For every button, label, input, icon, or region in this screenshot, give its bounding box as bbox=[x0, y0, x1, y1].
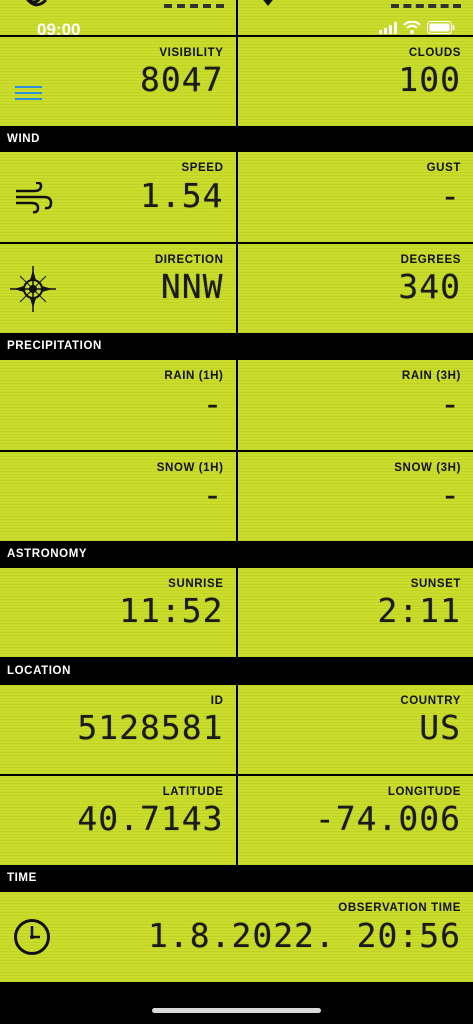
section-header-astronomy: ASTRONOMY bbox=[0, 542, 473, 567]
clouds-cell: CLOUDS 100 bbox=[237, 37, 473, 126]
rain-1h-label: RAIN (1H) bbox=[164, 370, 224, 382]
partial-icon bbox=[26, 0, 48, 7]
sunrise-value: 11:52 bbox=[119, 591, 224, 630]
rain-3h-cell: RAIN (3H) - bbox=[237, 360, 473, 450]
location-country-value: US bbox=[419, 708, 461, 747]
wind-direction-label: DIRECTION bbox=[154, 254, 224, 266]
latitude-label: LATITUDE bbox=[162, 786, 224, 798]
hamburger-menu-icon[interactable] bbox=[15, 85, 42, 101]
section-header-precipitation: PRECIPITATION bbox=[0, 334, 473, 359]
wind-speed-label: SPEED bbox=[181, 162, 224, 174]
wind-gust-cell: GUST - bbox=[237, 152, 473, 242]
snow-row: SNOW (1H) - SNOW (3H) - bbox=[0, 452, 473, 541]
wind-direction-cell: DIRECTION NNW bbox=[0, 244, 236, 333]
section-header-wind: WIND bbox=[0, 127, 473, 152]
partial-value-right bbox=[391, 0, 461, 8]
longitude-value: -74.006 bbox=[314, 799, 461, 838]
section-header-location: LOCATION bbox=[0, 659, 473, 684]
location-id-cell: ID 5128581 bbox=[0, 685, 236, 774]
partial-icon-right bbox=[262, 0, 273, 6]
visibility-cell: VISIBILITY 8047 bbox=[0, 37, 236, 126]
partial-cell-left bbox=[0, 0, 236, 35]
snow-3h-label: SNOW (3H) bbox=[394, 462, 461, 474]
signal-icon bbox=[379, 21, 397, 34]
observation-time-cell: OBSERVATION TIME 1.8.2022. 20:56 bbox=[0, 892, 473, 982]
wind-icon bbox=[16, 182, 53, 214]
rain-1h-value: - bbox=[202, 384, 224, 423]
snow-3h-cell: SNOW (3H) - bbox=[237, 452, 473, 541]
sunrise-label: SUNRISE bbox=[168, 578, 224, 590]
latitude-value: 40.7143 bbox=[77, 799, 224, 838]
visibility-label: VISIBILITY bbox=[159, 47, 224, 59]
wind-degrees-cell: DEGREES 340 bbox=[237, 244, 473, 333]
wind-degrees-value: 340 bbox=[398, 267, 461, 306]
home-indicator[interactable] bbox=[152, 1008, 321, 1013]
sunset-cell: SUNSET 2:11 bbox=[237, 568, 473, 657]
latitude-cell: LATITUDE 40.7143 bbox=[0, 776, 236, 865]
compass-icon bbox=[10, 266, 56, 312]
rain-row: RAIN (1H) - RAIN (3H) - bbox=[0, 360, 473, 450]
location-id-label: ID bbox=[210, 695, 224, 707]
longitude-cell: LONGITUDE -74.006 bbox=[237, 776, 473, 865]
section-header-time: TIME bbox=[0, 866, 473, 891]
wind-speed-value: 1.54 bbox=[140, 176, 224, 215]
observation-time-label: OBSERVATION TIME bbox=[338, 902, 461, 914]
clouds-label: CLOUDS bbox=[408, 47, 461, 59]
location-id-row: ID 5128581 COUNTRY US bbox=[0, 685, 473, 774]
battery-icon bbox=[427, 21, 455, 34]
wind-direction-row: DIRECTION NNW DEGREES 340 bbox=[0, 244, 473, 333]
sunset-value: 2:11 bbox=[377, 591, 461, 630]
snow-1h-cell: SNOW (1H) - bbox=[0, 452, 236, 541]
sunrise-cell: SUNRISE 11:52 bbox=[0, 568, 236, 657]
rain-3h-label: RAIN (3H) bbox=[401, 370, 461, 382]
wind-gust-value: - bbox=[440, 176, 461, 215]
location-country-cell: COUNTRY US bbox=[237, 685, 473, 774]
sunset-label: SUNSET bbox=[410, 578, 461, 590]
location-country-label: COUNTRY bbox=[400, 695, 461, 707]
observation-time-row: OBSERVATION TIME 1.8.2022. 20:56 bbox=[0, 892, 473, 982]
status-bar-icons bbox=[379, 21, 455, 34]
partial-value bbox=[163, 0, 224, 8]
visibility-clouds-row: VISIBILITY 8047 CLOUDS 100 bbox=[0, 37, 473, 126]
snow-1h-label: SNOW (1H) bbox=[156, 462, 224, 474]
snow-3h-value: - bbox=[440, 475, 461, 514]
clouds-value: 100 bbox=[398, 60, 461, 99]
wind-degrees-label: DEGREES bbox=[400, 254, 461, 266]
wind-speed-row: SPEED 1.54 GUST - bbox=[0, 152, 473, 242]
astronomy-row: SUNRISE 11:52 SUNSET 2:11 bbox=[0, 568, 473, 657]
wifi-icon bbox=[403, 21, 421, 34]
rain-1h-cell: RAIN (1H) - bbox=[0, 360, 236, 450]
snow-1h-value: - bbox=[202, 475, 224, 514]
wind-speed-cell: SPEED 1.54 bbox=[0, 152, 236, 242]
location-id-value: 5128581 bbox=[77, 708, 224, 747]
rain-3h-value: - bbox=[440, 384, 461, 423]
clock-icon bbox=[14, 919, 50, 955]
visibility-value: 8047 bbox=[140, 60, 224, 99]
wind-direction-value: NNW bbox=[160, 267, 224, 306]
observation-time-value: 1.8.2022. 20:56 bbox=[147, 916, 461, 955]
location-coords-row: LATITUDE 40.7143 LONGITUDE -74.006 bbox=[0, 776, 473, 865]
wind-gust-label: GUST bbox=[426, 162, 461, 174]
longitude-label: LONGITUDE bbox=[387, 786, 461, 798]
